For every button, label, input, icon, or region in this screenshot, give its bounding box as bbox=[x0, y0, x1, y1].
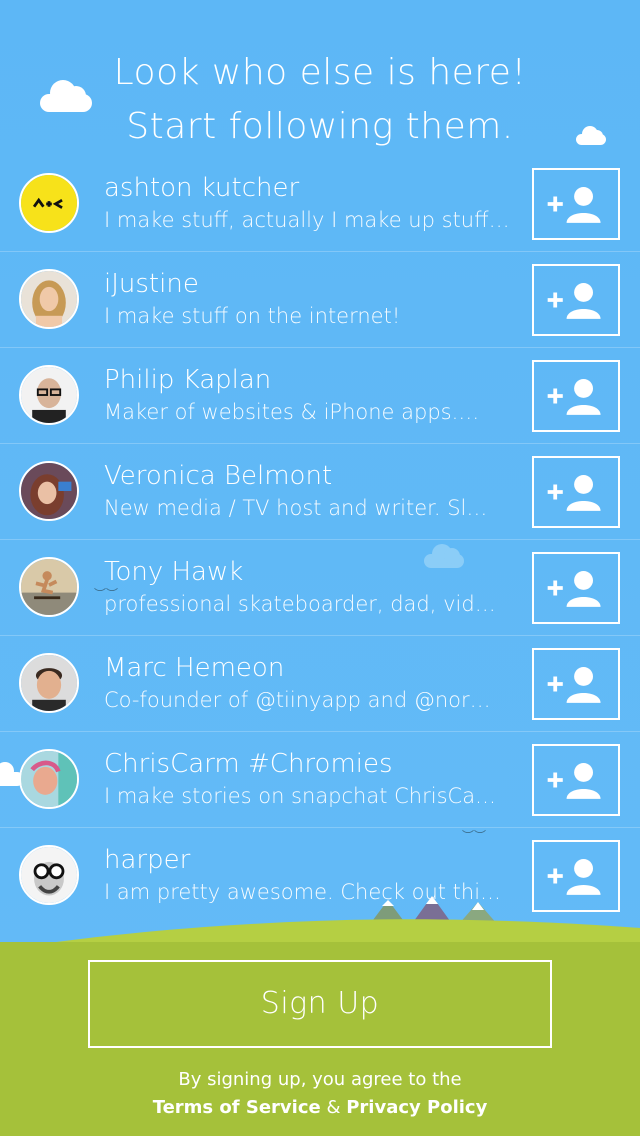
avatar bbox=[19, 269, 79, 329]
follow-button[interactable] bbox=[532, 264, 620, 336]
user-row: Tony Hawk professional skateboarder, dad… bbox=[0, 540, 640, 636]
add-user-icon bbox=[547, 283, 601, 319]
user-bio: I make stories on snapchat ChrisCa… bbox=[104, 784, 497, 808]
user-bio: professional skateboarder, dad, vid… bbox=[104, 592, 496, 616]
legal-ampersand: & bbox=[326, 1097, 341, 1118]
user-name[interactable]: ashton kutcher bbox=[104, 172, 514, 204]
follow-button[interactable] bbox=[532, 552, 620, 624]
user-row: ChrisCarm #Chromies I make stories on sn… bbox=[0, 732, 640, 828]
chriscarm-avatar bbox=[21, 751, 77, 807]
ijustine-avatar bbox=[21, 271, 77, 327]
user-row: Philip Kaplan Maker of websites & iPhone… bbox=[0, 348, 640, 444]
user-name[interactable]: Philip Kaplan bbox=[104, 364, 514, 396]
avatar bbox=[19, 557, 79, 617]
sign-up-button[interactable]: Sign Up bbox=[88, 960, 552, 1048]
add-user-icon bbox=[547, 475, 601, 511]
add-user-icon bbox=[547, 667, 601, 703]
user-row: ashton kutcher I make stuff, actually I … bbox=[0, 156, 640, 252]
follow-button[interactable] bbox=[532, 456, 620, 528]
avatar bbox=[19, 461, 79, 521]
add-user-icon bbox=[547, 571, 601, 607]
user-bio: Co-founder of @tiinyapp and @nor… bbox=[104, 688, 491, 712]
avatar bbox=[19, 173, 79, 233]
avatar bbox=[19, 749, 79, 809]
user-name[interactable]: Marc Hemeon bbox=[104, 652, 514, 684]
user-name[interactable]: Veronica Belmont bbox=[104, 460, 514, 492]
user-row: iJustine I make stuff on the internet! bbox=[0, 252, 640, 348]
user-name[interactable]: iJustine bbox=[104, 268, 514, 300]
ashton-kutcher-logo-avatar bbox=[21, 175, 77, 231]
avatar bbox=[19, 653, 79, 713]
legal-links: Terms of Service & Privacy Policy bbox=[0, 1094, 640, 1122]
follow-button[interactable] bbox=[532, 360, 620, 432]
terms-of-service-link[interactable]: Terms of Service bbox=[153, 1097, 321, 1118]
user-name[interactable]: Tony Hawk bbox=[104, 556, 514, 588]
user-bio: New media / TV host and writer. Sl… bbox=[104, 496, 488, 520]
marc-hemeon-avatar bbox=[21, 655, 77, 711]
page-title: Look who else is here! Start following t… bbox=[0, 46, 640, 154]
legal-notice: By signing up, you agree to the Terms of… bbox=[0, 1066, 640, 1122]
philip-kaplan-avatar bbox=[21, 367, 77, 423]
tony-hawk-avatar bbox=[21, 559, 77, 615]
user-name[interactable]: ChrisCarm #Chromies bbox=[104, 748, 514, 780]
user-row: Marc Hemeon Co-founder of @tiinyapp and … bbox=[0, 636, 640, 732]
avatar bbox=[19, 365, 79, 425]
user-bio: I make stuff, actually I make up stuff… bbox=[104, 208, 510, 232]
add-user-icon bbox=[547, 763, 601, 799]
follow-button[interactable] bbox=[532, 744, 620, 816]
follow-button[interactable] bbox=[532, 648, 620, 720]
user-name[interactable]: harper bbox=[104, 844, 514, 876]
add-user-icon bbox=[547, 379, 601, 415]
title-line-2: Start following them. bbox=[126, 106, 514, 147]
follow-button[interactable] bbox=[532, 168, 620, 240]
add-user-icon bbox=[547, 187, 601, 223]
legal-prefix: By signing up, you agree to the bbox=[178, 1069, 462, 1090]
user-row: Veronica Belmont New media / TV host and… bbox=[0, 444, 640, 540]
title-line-1: Look who else is here! bbox=[113, 52, 527, 93]
user-bio: Maker of websites & iPhone apps.… bbox=[104, 400, 480, 424]
suggested-users-list: ashton kutcher I make stuff, actually I … bbox=[0, 156, 640, 924]
veronica-belmont-avatar bbox=[21, 463, 77, 519]
user-bio: I make stuff on the internet! bbox=[104, 304, 401, 328]
privacy-policy-link[interactable]: Privacy Policy bbox=[346, 1097, 487, 1118]
